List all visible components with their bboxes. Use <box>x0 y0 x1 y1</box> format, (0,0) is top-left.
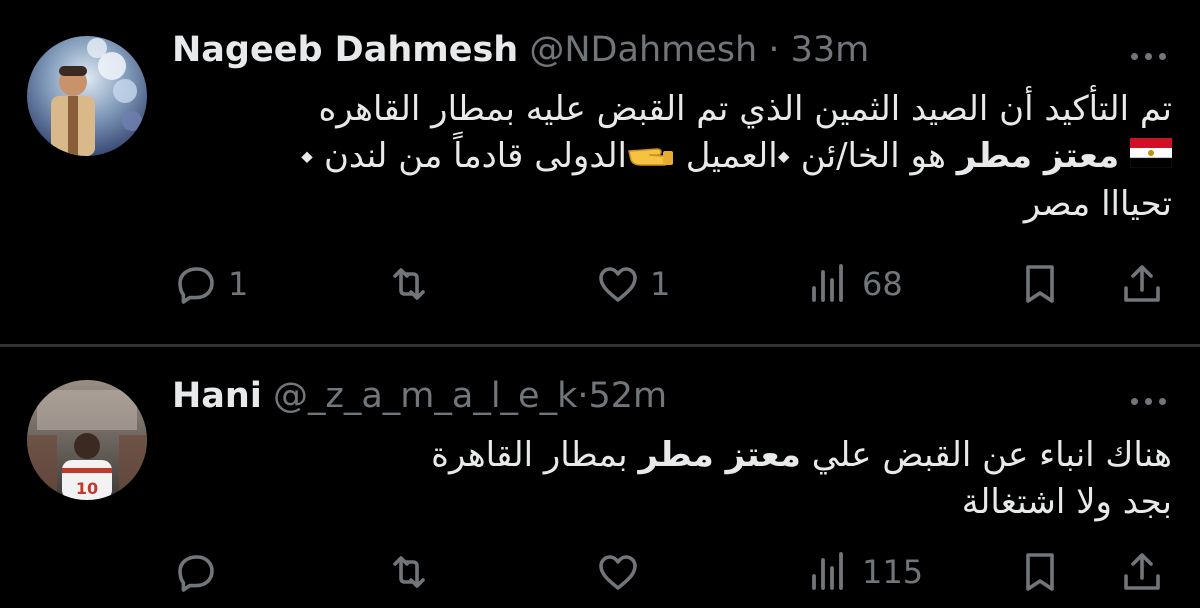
timestamp[interactable]: 52m <box>589 376 668 416</box>
share-button[interactable] <box>1118 260 1166 308</box>
highlighted-name: معتز مطر <box>638 435 801 475</box>
tweet-line: بجد ولا اشتغالة <box>961 482 1172 522</box>
tweet-text-part: بمطار القاهرة <box>431 435 639 475</box>
egypt-flag-icon <box>1129 134 1173 181</box>
retweet-button[interactable] <box>385 260 441 308</box>
bookmark-icon <box>1026 553 1054 591</box>
tweet-text: هناك انباء عن القبض علي معتز مطر بمطار ا… <box>431 432 1172 526</box>
tweet-line: هناك انباء عن القبض علي معتز مطر بمطار ا… <box>431 432 1172 479</box>
reply-button[interactable]: 1 <box>172 260 248 308</box>
like-button[interactable] <box>594 548 642 596</box>
tweet-header: Nageeb Dahmesh @NDahmesh · 33m <box>172 30 869 70</box>
retweet-icon <box>393 268 425 300</box>
tweet-text-part: هو الخا/ئن ⬩العميل <box>675 136 957 176</box>
tweet-text-part: هناك انباء عن القبض علي <box>800 435 1172 475</box>
views-count: 68 <box>862 265 903 303</box>
views-button[interactable]: 115 <box>806 548 923 596</box>
separator: · <box>768 30 780 70</box>
like-icon <box>599 267 637 302</box>
avatar[interactable]: 10 <box>27 380 147 500</box>
like-icon <box>599 555 637 590</box>
user-name[interactable]: Nageeb Dahmesh <box>172 30 518 70</box>
avatar[interactable] <box>27 36 147 156</box>
share-button[interactable] <box>1118 548 1166 596</box>
share-icon <box>1124 265 1160 302</box>
tweet-text-part: الدولى قادماً من لندن ⬩ <box>300 136 627 176</box>
bookmark-button[interactable] <box>1016 548 1064 596</box>
share-icon <box>1124 553 1160 590</box>
views-icon <box>812 264 843 302</box>
svg-text:10: 10 <box>76 479 98 498</box>
tweet-line: تم التأكيد أن الصيد الثمين الذي تم القبض… <box>318 89 1172 129</box>
tweet-header: Hani @_z_a_m_a_l_e_k·52m <box>172 376 667 416</box>
bookmark-button[interactable] <box>1016 260 1064 308</box>
tweet-text: تم التأكيد أن الصيد الثمين الذي تم القبض… <box>300 86 1173 228</box>
bookmark-icon <box>1026 265 1054 303</box>
views-button[interactable]: 68 <box>806 260 903 308</box>
user-name[interactable]: Hani <box>172 376 262 416</box>
separator: · <box>577 376 589 416</box>
tweet[interactable]: Nageeb Dahmesh @NDahmesh · 33m تم التأكي… <box>0 0 1200 346</box>
reply-icon <box>178 555 214 592</box>
action-bar: 115 <box>0 548 1200 608</box>
action-bar: 1 1 68 <box>0 254 1200 314</box>
reply-count: 1 <box>228 265 249 303</box>
pointing-hand-icon <box>627 134 675 181</box>
tweet[interactable]: 10 Hani @_z_a_m_a_l_e_k·52m هناك انباء ع… <box>0 346 1200 592</box>
timestamp[interactable]: 33m <box>791 30 870 70</box>
reply-icon <box>178 267 214 304</box>
retweet-icon <box>393 556 425 588</box>
like-count: 1 <box>650 265 671 303</box>
views-icon <box>812 552 843 590</box>
more-icon[interactable] <box>1131 398 1166 405</box>
user-handle[interactable]: @NDahmesh <box>529 30 757 70</box>
like-button[interactable]: 1 <box>594 260 670 308</box>
tweet-line: معتز مطر هو الخا/ئن ⬩العميل الدولى قادما… <box>300 133 1173 181</box>
highlighted-name: معتز مطر <box>956 136 1120 176</box>
retweet-button[interactable] <box>385 548 433 596</box>
reply-button[interactable] <box>172 548 220 596</box>
more-icon[interactable] <box>1131 53 1166 60</box>
tweet-line: تحيااا مصر <box>1023 184 1172 224</box>
user-handle[interactable]: @_z_a_m_a_l_e_k <box>273 376 577 416</box>
views-count: 115 <box>862 553 924 591</box>
